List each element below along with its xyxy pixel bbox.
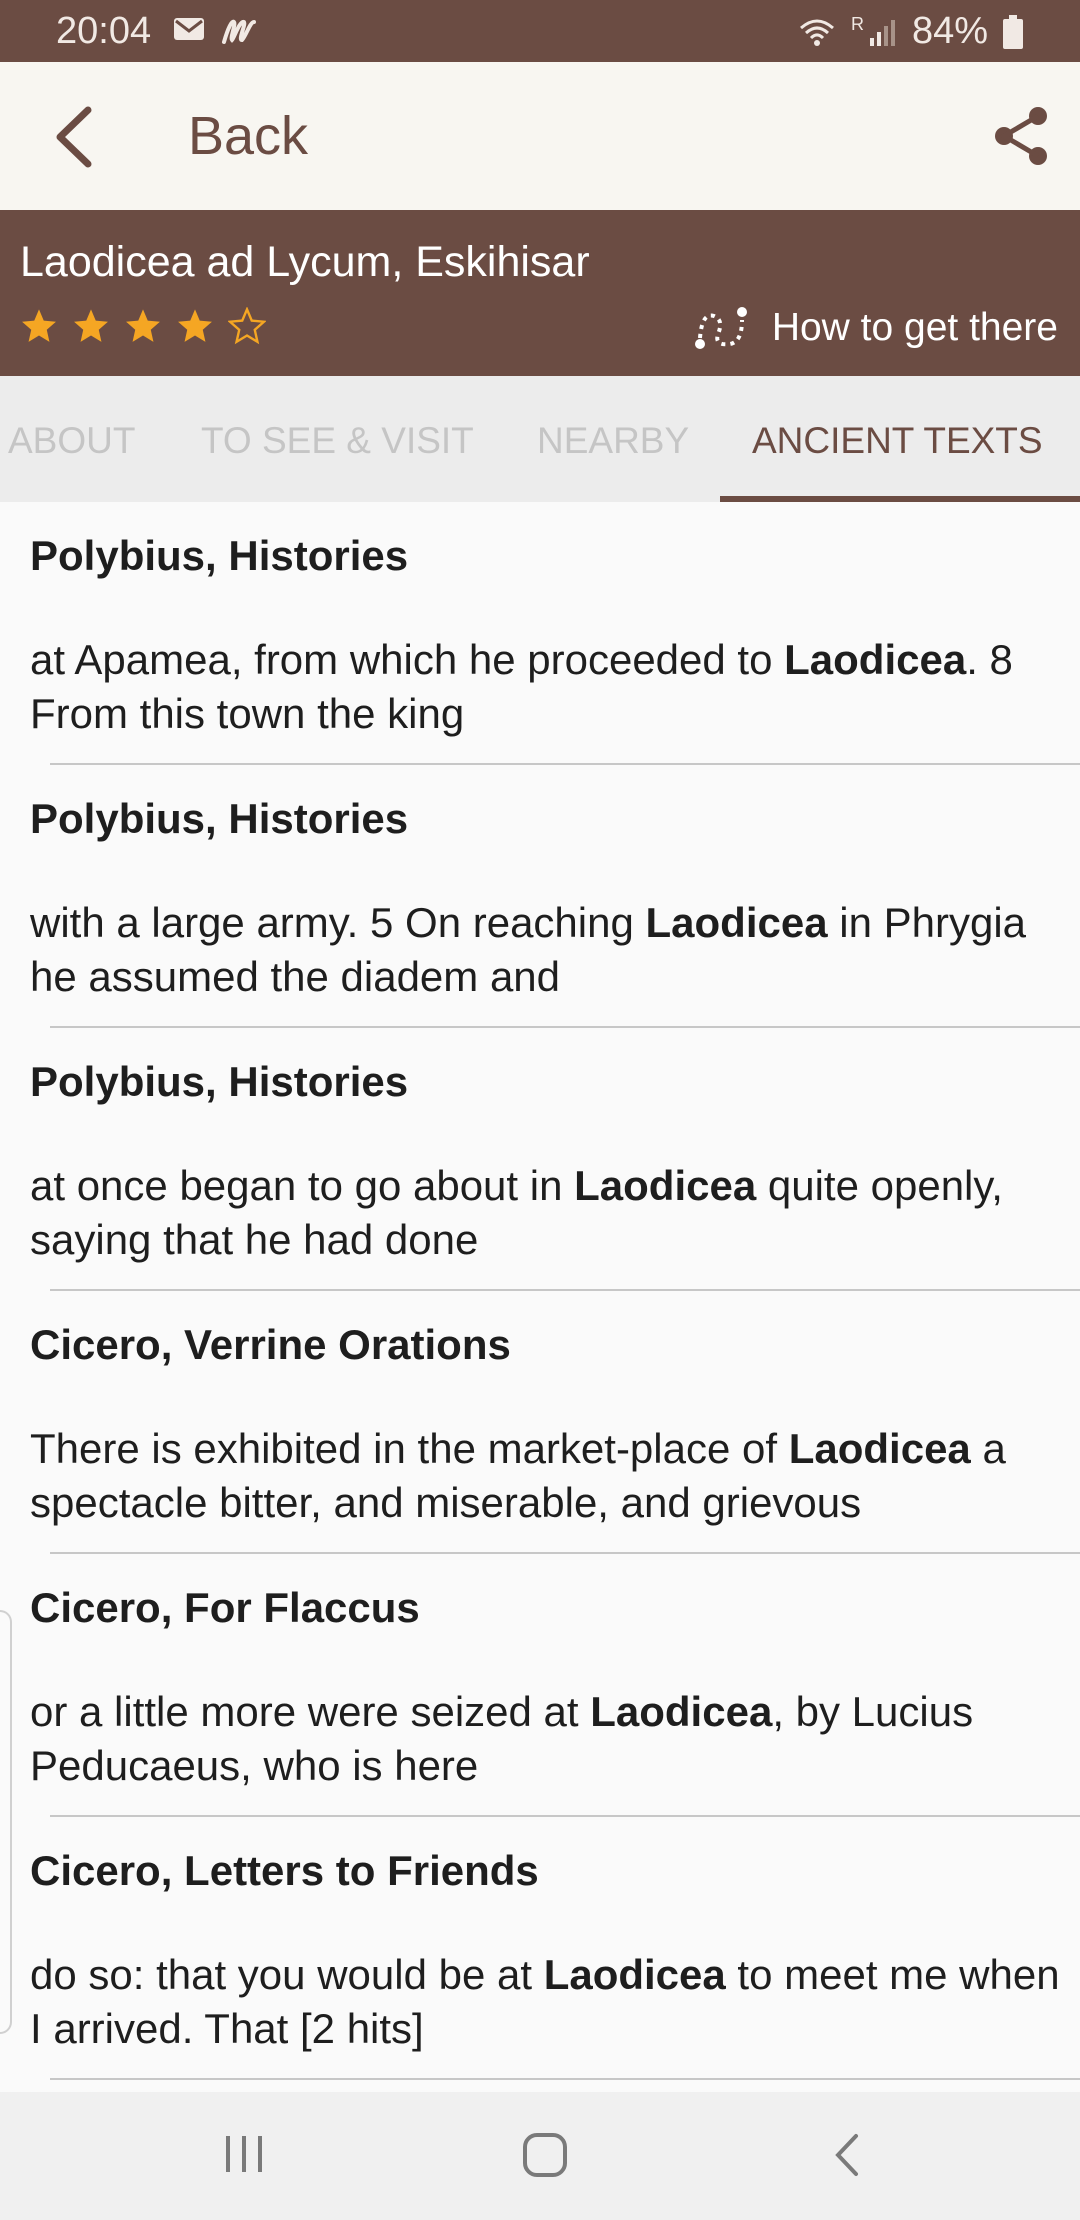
battery-icon [1003, 14, 1023, 49]
share-icon[interactable] [988, 102, 1056, 170]
system-nav-bar [0, 2092, 1080, 2220]
back-button[interactable]: Back [188, 105, 308, 167]
divider [50, 2078, 1080, 2080]
edge-panel-handle[interactable] [0, 1610, 12, 2034]
list-item[interactable]: Polybius, Histories at Apamea, from whic… [0, 502, 1080, 765]
list-item[interactable]: Cicero, For Flaccus or a little more wer… [0, 1554, 1080, 1817]
app-bar: Back [0, 62, 1080, 210]
status-bar: 20:04 R 84% [0, 0, 1080, 62]
entry-source: Polybius, Histories [30, 1058, 409, 1105]
entry-source: Polybius, Histories [30, 795, 409, 842]
star-filled-icon [74, 309, 108, 342]
route-icon [694, 307, 747, 349]
tab-bar: ABOUT TO SEE & VISIT NEARBY ANCIENT TEXT… [0, 376, 1080, 502]
list-item[interactable]: Cicero, Letters to Friends do so: that y… [0, 1817, 1080, 2080]
star-outline-icon [228, 307, 266, 345]
status-time: 20:04 [56, 10, 152, 52]
tab-ancient-texts[interactable]: ANCIENT TEXTS [752, 420, 1043, 462]
place-title: Laodicea ad Lycum, Eskihisar [20, 238, 590, 286]
entry-excerpt: at Apamea, from which he proceeded to La… [30, 636, 1013, 737]
tab-about[interactable]: ABOUT [8, 420, 135, 462]
app-notification-icon [222, 19, 256, 44]
entry-source: Cicero, Verrine Orations [30, 1321, 511, 1368]
search-term-highlight: Laodicea [574, 1162, 757, 1209]
mail-icon [174, 18, 204, 40]
list-item[interactable]: Cicero, Verrine Orations There is exhibi… [0, 1291, 1080, 1554]
recent-apps-icon[interactable] [222, 2130, 266, 2178]
entry-source: Polybius, Histories [30, 532, 409, 579]
search-term-highlight: Laodicea [784, 636, 967, 683]
star-filled-icon [178, 309, 212, 342]
roaming-indicator: R [850, 14, 864, 34]
directions-button[interactable]: How to get there [692, 304, 1058, 352]
rating-stars [20, 307, 266, 345]
place-header: Laodicea ad Lycum, Eskihisar How to get … [0, 210, 1080, 376]
list-item[interactable]: Polybius, Histories with a large army. 5… [0, 765, 1080, 1028]
signal-icon [869, 19, 895, 46]
search-term-highlight: Laodicea [543, 1951, 726, 1998]
search-term-highlight: Laodicea [645, 899, 828, 946]
search-term-highlight: Laodicea [788, 1425, 971, 1472]
entry-source: Cicero, For Flaccus [30, 1584, 420, 1631]
star-filled-icon [126, 309, 160, 342]
search-term-highlight: Laodicea [590, 1688, 773, 1735]
tab-nearby[interactable]: NEARBY [537, 420, 689, 462]
back-arrow-icon[interactable] [44, 102, 114, 172]
entry-source: Cicero, Letters to Friends [30, 1847, 539, 1894]
entry-excerpt: do so: that you would be at Laodicea to … [30, 1951, 1060, 2052]
ancient-texts-list: Polybius, Histories at Apamea, from whic… [0, 502, 1080, 2080]
tab-to-see-and-visit[interactable]: TO SEE & VISIT [201, 420, 474, 462]
list-item[interactable]: Polybius, Histories at once began to go … [0, 1028, 1080, 1291]
directions-label: How to get there [771, 306, 1058, 349]
home-icon[interactable] [520, 2130, 570, 2180]
entry-excerpt: or a little more were seized at Laodicea… [30, 1688, 974, 1789]
battery-percent: 84% [911, 10, 988, 52]
wifi-icon [799, 19, 834, 46]
entry-excerpt: at once began to go about in Laodicea qu… [30, 1162, 1003, 1263]
entry-excerpt: There is exhibited in the market-place o… [30, 1425, 1006, 1526]
system-back-icon[interactable] [828, 2130, 868, 2180]
star-filled-icon [22, 309, 56, 342]
entry-excerpt: with a large army. 5 On reaching Laodice… [30, 899, 1027, 1000]
